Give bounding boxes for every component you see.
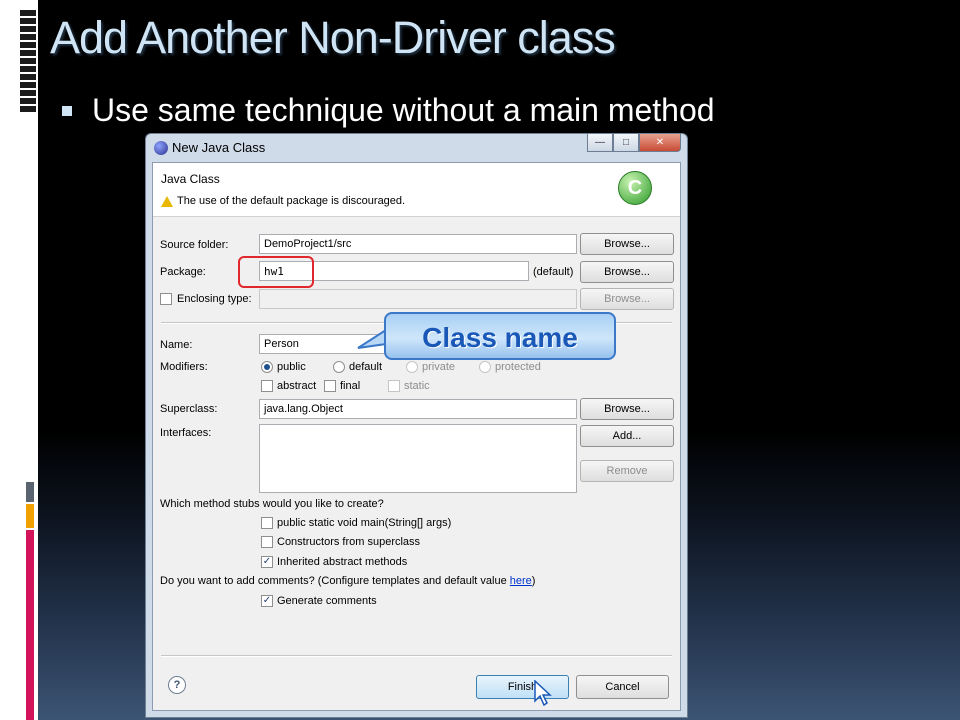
constructors-checkbox[interactable]	[261, 536, 273, 548]
maximize-icon[interactable]: □	[613, 134, 639, 152]
minimize-icon[interactable]: —	[587, 134, 613, 152]
modifier-default-radio[interactable]	[333, 361, 345, 373]
main-method-label: public static void main(String[] args)	[277, 517, 452, 529]
inherited-methods-checkbox[interactable]: ✓	[261, 556, 273, 568]
decorative-bar-pink	[26, 530, 34, 720]
abstract-checkbox[interactable]	[261, 380, 273, 392]
decorative-bar-gray	[26, 482, 34, 502]
wizard-header: Java Class The use of the default packag…	[153, 163, 680, 217]
dialog-title: New Java Class	[172, 140, 266, 155]
configure-templates-link[interactable]: here	[510, 575, 532, 587]
mouse-cursor-icon	[534, 680, 552, 706]
source-folder-input[interactable]: DemoProject1/src	[259, 234, 577, 254]
slide-title: Add Another Non-Driver class	[50, 12, 616, 63]
help-icon[interactable]: ?	[168, 676, 186, 694]
dialog-titlebar[interactable]: New Java Class — □ ✕	[146, 134, 687, 162]
close-icon[interactable]: ✕	[639, 134, 681, 152]
wizard-warning: The use of the default package is discou…	[177, 195, 406, 207]
footer-divider	[161, 655, 672, 657]
comments-question-text: Do you want to add comments? (Configure …	[160, 575, 510, 587]
constructors-label: Constructors from superclass	[277, 536, 421, 548]
modifier-public-label: public	[277, 361, 306, 373]
class-name-callout: Class name	[384, 312, 616, 360]
window-controls: — □ ✕	[587, 134, 681, 152]
remove-interface-button[interactable]: Remove	[580, 460, 674, 482]
bullet-item: Use same technique without a main method	[62, 92, 715, 129]
interfaces-label: Interfaces:	[160, 427, 212, 439]
static-label: static	[404, 380, 430, 392]
decorative-hatch	[20, 10, 36, 114]
new-class-icon: C	[618, 171, 652, 205]
generate-comments-checkbox[interactable]: ✓	[261, 595, 273, 607]
abstract-label: abstract	[277, 380, 317, 392]
final-checkbox[interactable]	[324, 380, 336, 392]
modifier-private-radio[interactable]	[406, 361, 418, 373]
enclosing-type-input[interactable]	[259, 289, 577, 309]
modifiers-label: Modifiers:	[160, 361, 208, 373]
eclipse-icon	[154, 141, 168, 155]
source-folder-label: Source folder:	[160, 239, 229, 251]
enclosing-type-checkbox[interactable]	[160, 293, 172, 305]
superclass-input[interactable]: java.lang.Object	[259, 399, 577, 419]
slide-left-decoration	[0, 0, 38, 720]
method-stubs-question: Which method stubs would you like to cre…	[160, 498, 384, 510]
add-interface-button[interactable]: Add...	[580, 425, 674, 447]
superclass-browse-button[interactable]: Browse...	[580, 398, 674, 420]
cancel-button[interactable]: Cancel	[576, 675, 669, 699]
decorative-bar-orange	[26, 504, 34, 528]
interfaces-list[interactable]	[259, 424, 577, 493]
package-default-hint: (default)	[533, 266, 574, 278]
package-highlight-box	[238, 256, 314, 288]
comments-question-close: )	[531, 575, 536, 587]
modifier-protected-label: protected	[495, 361, 541, 373]
enclosing-type-label: Enclosing type:	[177, 293, 252, 305]
warning-icon	[161, 196, 173, 207]
source-folder-browse-button[interactable]: Browse...	[580, 233, 674, 255]
inherited-methods-label: Inherited abstract methods	[277, 556, 408, 568]
static-checkbox[interactable]	[388, 380, 400, 392]
main-method-checkbox[interactable]	[261, 517, 273, 529]
callout-text: Class name	[422, 322, 578, 353]
package-label: Package:	[160, 266, 206, 278]
package-browse-button[interactable]: Browse...	[580, 261, 674, 283]
finish-button[interactable]: Finish	[476, 675, 569, 699]
name-label: Name:	[160, 339, 193, 351]
modifier-default-label: default	[349, 361, 383, 373]
bullet-text: Use same technique without a main method	[92, 92, 715, 128]
enclosing-type-browse-button[interactable]: Browse...	[580, 288, 674, 310]
superclass-label: Superclass:	[160, 403, 218, 415]
generate-comments-label: Generate comments	[277, 595, 377, 607]
comments-question: Do you want to add comments? (Configure …	[160, 575, 535, 587]
modifier-protected-radio[interactable]	[479, 361, 491, 373]
dialog-body: Java Class The use of the default packag…	[152, 162, 681, 711]
bullet-marker	[62, 105, 72, 116]
modifier-private-label: private	[422, 361, 456, 373]
modifier-public-radio[interactable]	[261, 361, 273, 373]
final-label: final	[340, 380, 361, 392]
wizard-title: Java Class	[161, 172, 220, 186]
new-java-class-dialog: New Java Class — □ ✕ Java Class The use …	[145, 133, 688, 718]
